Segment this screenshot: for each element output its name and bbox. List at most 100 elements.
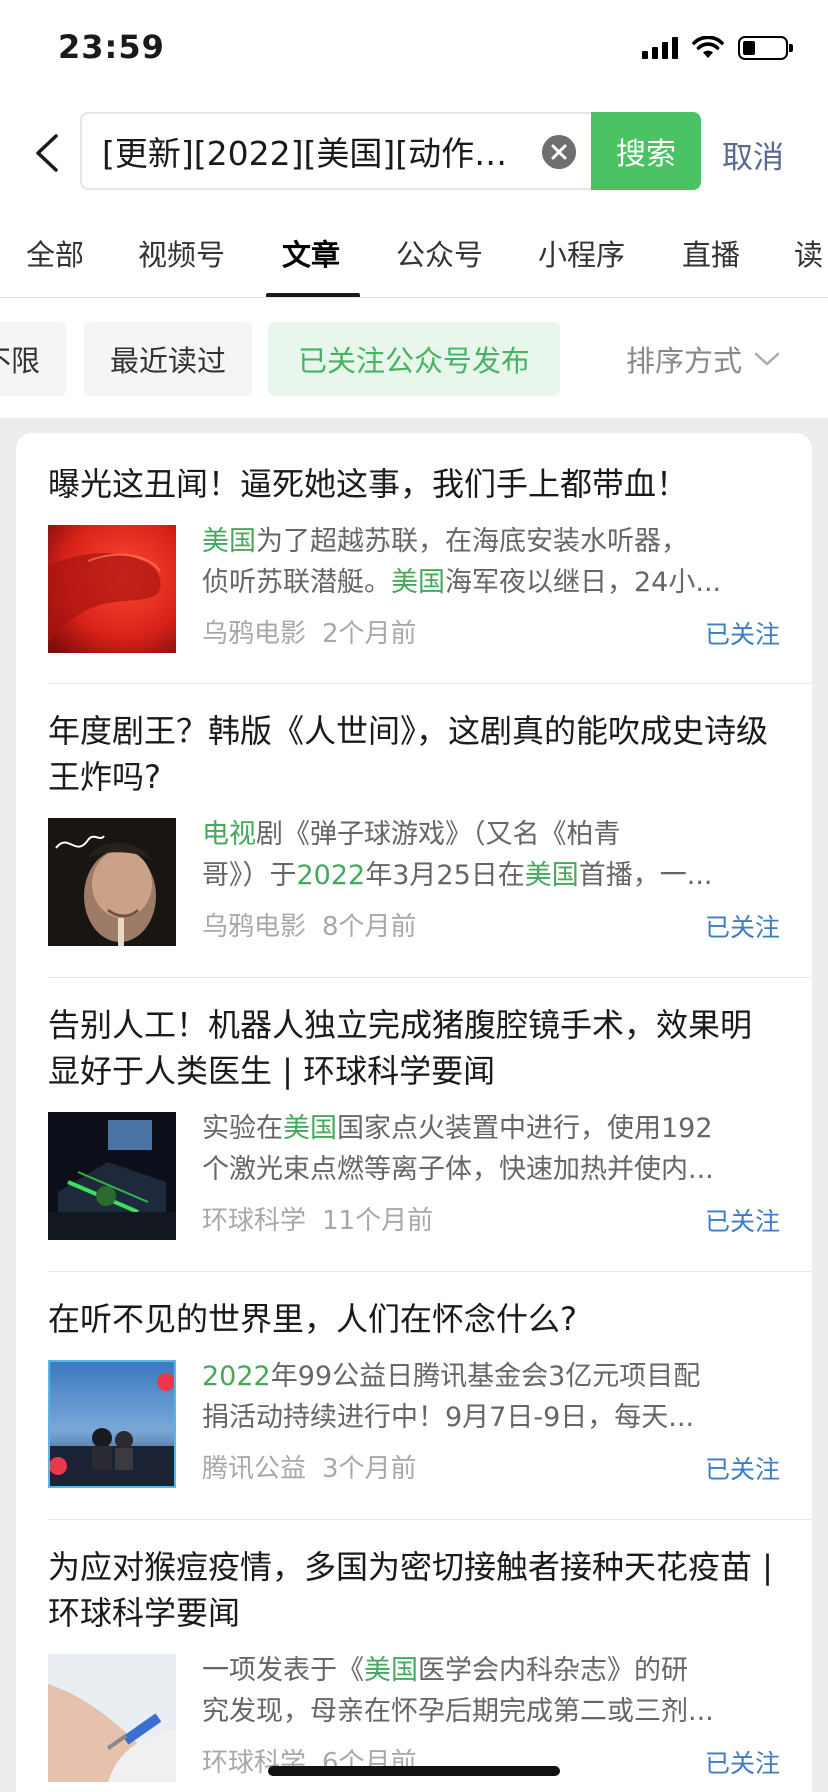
source-name[interactable]: 乌鸦电影 — [202, 912, 306, 942]
snippet-text: 医学会内科杂志》的研 — [418, 1655, 688, 1686]
result-meta: 乌鸦电影 2个月前 — [202, 613, 417, 650]
result-snippet: 2022年99公益日腾讯基金会3亿元项目配 捐活动持续进行中！9月7日-9日，每… — [202, 1356, 776, 1438]
tab-all[interactable]: 全部 — [26, 232, 84, 274]
followed-badge: 已关注 — [704, 1749, 780, 1778]
snippet-line: 侦听苏联潜艇。美国海军夜以继日，24小... — [202, 562, 776, 603]
result-item[interactable]: 告别人工！机器人独立完成猪腹腔镜手术，效果明显好于人类医生 | 环球科学要闻 实… — [48, 1002, 780, 1242]
publish-time: 3个月前 — [322, 1454, 417, 1484]
snippet-line: 一项发表于《美国医学会内科杂志》的研 — [202, 1650, 776, 1691]
snippet-text: 海军夜以继日，24小... — [445, 567, 722, 598]
status-bar: 23:59 — [0, 0, 828, 100]
filter-followed-accounts[interactable]: 已关注公众号发布 — [268, 322, 560, 396]
tab-articles[interactable]: 文章 — [282, 232, 340, 274]
result-item[interactable]: 曝光这丑闻！逼死她这事，我们手上都带血！ 美国为了超越苏联，在海底安装水听器， … — [48, 461, 780, 655]
article-thumbnail — [48, 1654, 176, 1782]
highlighted-keyword: 电视 — [202, 819, 256, 850]
back-arrow-icon[interactable] — [28, 128, 68, 178]
sort-fade — [560, 322, 580, 396]
followed-badge: 已关注 — [704, 1455, 780, 1484]
article-thumbnail — [48, 1360, 176, 1488]
highlighted-keyword: 美国 — [283, 1113, 337, 1144]
status-time: 23:59 — [58, 28, 165, 66]
highlighted-keyword: 美国 — [524, 860, 579, 891]
snippet-text: 国家点火装置中进行，使用192 — [337, 1113, 713, 1144]
result-meta: 腾讯公益 3个月前 — [202, 1448, 417, 1485]
snippet-text: 个激光束点燃等离子体，快速加热并使内... — [202, 1154, 714, 1185]
followed-badge: 已关注 — [704, 913, 780, 942]
cellular-signal-icon — [642, 37, 678, 59]
highlighted-keyword: 美国 — [202, 526, 256, 557]
snippet-line: 究发现，母亲在怀孕后期完成第二或三剂... — [202, 1691, 776, 1732]
divider — [48, 977, 812, 978]
divider — [48, 683, 812, 684]
home-indicator[interactable] — [268, 1766, 560, 1776]
result-item[interactable]: 在听不见的世界里，人们在怀念什么? 2022年99公益日腾讯基金会3亿元项目配 … — [48, 1296, 780, 1490]
snippet-line: 实验在美国国家点火装置中进行，使用192 — [202, 1108, 776, 1149]
result-snippet: 一项发表于《美国医学会内科杂志》的研 究发现，母亲在怀孕后期完成第二或三剂... — [202, 1650, 776, 1732]
source-name[interactable]: 乌鸦电影 — [202, 619, 306, 649]
divider — [48, 1271, 812, 1272]
status-icons — [642, 36, 793, 60]
search-input[interactable]: [更新][2022][美国][动作]... — [80, 112, 592, 190]
snippet-line: 捐活动持续进行中！9月7日-9日，每天... — [202, 1397, 776, 1438]
result-snippet: 电视剧《弹子球游戏》（又名《柏青 哥》）于2022年3月25日在美国首播，一..… — [202, 814, 776, 896]
article-thumbnail — [48, 818, 176, 946]
sort-label: 排序方式 — [625, 344, 742, 378]
tab-live[interactable]: 直播 — [682, 232, 740, 274]
result-item[interactable]: 年度剧王？韩版《人世间》，这剧真的能吹成史诗级王炸吗? 电视剧《弹子球游戏》（又… — [48, 708, 780, 948]
filter-recently-read[interactable]: 最近读过 — [84, 322, 252, 396]
snippet-line: 电视剧《弹子球游戏》（又名《柏青 — [202, 814, 776, 855]
search-query-text[interactable]: [更新][2022][美国][动作]... — [102, 127, 512, 175]
cancel-button[interactable]: 取消 — [722, 132, 784, 177]
publish-time: 8个月前 — [322, 912, 417, 942]
result-meta: 环球科学 11个月前 — [202, 1200, 433, 1237]
publish-time: 11个月前 — [322, 1206, 434, 1236]
result-title[interactable]: 在听不见的世界里，人们在怀念什么? — [48, 1296, 780, 1342]
result-snippet: 美国为了超越苏联，在海底安装水听器， 侦听苏联潜艇。美国海军夜以继日，24小..… — [202, 521, 776, 603]
result-title[interactable]: 曝光这丑闻！逼死她这事，我们手上都带血！ — [48, 461, 780, 507]
wifi-icon — [692, 36, 724, 58]
snippet-text: 剧《弹子球游戏》（又名《柏青 — [256, 819, 621, 850]
chevron-down-icon — [754, 352, 780, 366]
tab-read[interactable]: 读 — [794, 232, 823, 274]
followed-badge: 已关注 — [704, 1207, 780, 1236]
filter-bar: 不限 最近读过 已关注公众号发布 排序方式 — [0, 298, 828, 418]
publish-time: 2个月前 — [322, 619, 417, 649]
snippet-text: 一项发表于《 — [202, 1655, 364, 1686]
tab-mini-programs[interactable]: 小程序 — [538, 232, 625, 274]
result-title[interactable]: 告别人工！机器人独立完成猪腹腔镜手术，效果明显好于人类医生 | 环球科学要闻 — [48, 1002, 780, 1094]
clear-icon[interactable] — [542, 135, 576, 169]
snippet-text: 究发现，母亲在怀孕后期完成第二或三剂... — [202, 1696, 714, 1727]
snippet-line: 哥》）于2022年3月25日在美国首播，一... — [202, 855, 776, 896]
result-item[interactable]: 为应对猴痘疫情，多国为密切接触者接种天花疫苗 | 环球科学要闻 一项发表于《美国… — [48, 1544, 780, 1784]
followed-badge: 已关注 — [704, 620, 780, 649]
category-tabs: 全部 视频号 文章 公众号 小程序 直播 读 — [0, 210, 828, 298]
tab-official-accounts[interactable]: 公众号 — [396, 232, 483, 274]
tab-video-channel[interactable]: 视频号 — [138, 232, 225, 274]
source-name[interactable]: 环球科学 — [202, 1206, 306, 1236]
result-title[interactable]: 为应对猴痘疫情，多国为密切接触者接种天花疫苗 | 环球科学要闻 — [48, 1544, 780, 1636]
divider — [48, 1519, 812, 1520]
snippet-text: 年99公益日腾讯基金会3亿元项目配 — [270, 1361, 701, 1392]
filter-unlimited[interactable]: 不限 — [0, 322, 66, 396]
highlighted-keyword: 2022 — [202, 1361, 271, 1392]
search-header: [更新][2022][美国][动作]... 搜索 取消 — [0, 100, 828, 210]
result-title[interactable]: 年度剧王？韩版《人世间》，这剧真的能吹成史诗级王炸吗? — [48, 708, 780, 800]
highlighted-keyword: 2022 — [296, 860, 366, 891]
highlighted-keyword: 美国 — [391, 567, 445, 598]
sort-button[interactable]: 排序方式 — [578, 322, 828, 396]
snippet-text: 侦听苏联潜艇。 — [202, 567, 391, 598]
snippet-text: 实验在 — [202, 1113, 283, 1144]
snippet-text: 捐活动持续进行中！9月7日-9日，每天... — [202, 1402, 695, 1433]
article-thumbnail — [48, 525, 176, 653]
snippet-text: 为了超越苏联，在海底安装水听器， — [256, 526, 688, 557]
snippet-line: 美国为了超越苏联，在海底安装水听器， — [202, 521, 776, 562]
snippet-line: 2022年99公益日腾讯基金会3亿元项目配 — [202, 1356, 776, 1397]
result-meta: 乌鸦电影 8个月前 — [202, 906, 417, 943]
result-snippet: 实验在美国国家点火装置中进行，使用192 个激光束点燃等离子体，快速加热并使内.… — [202, 1108, 776, 1190]
search-button[interactable]: 搜索 — [591, 112, 701, 190]
article-thumbnail — [48, 1112, 176, 1240]
snippet-text: 首播，一... — [578, 860, 713, 891]
highlighted-keyword: 美国 — [364, 1655, 418, 1686]
source-name[interactable]: 腾讯公益 — [202, 1454, 306, 1484]
